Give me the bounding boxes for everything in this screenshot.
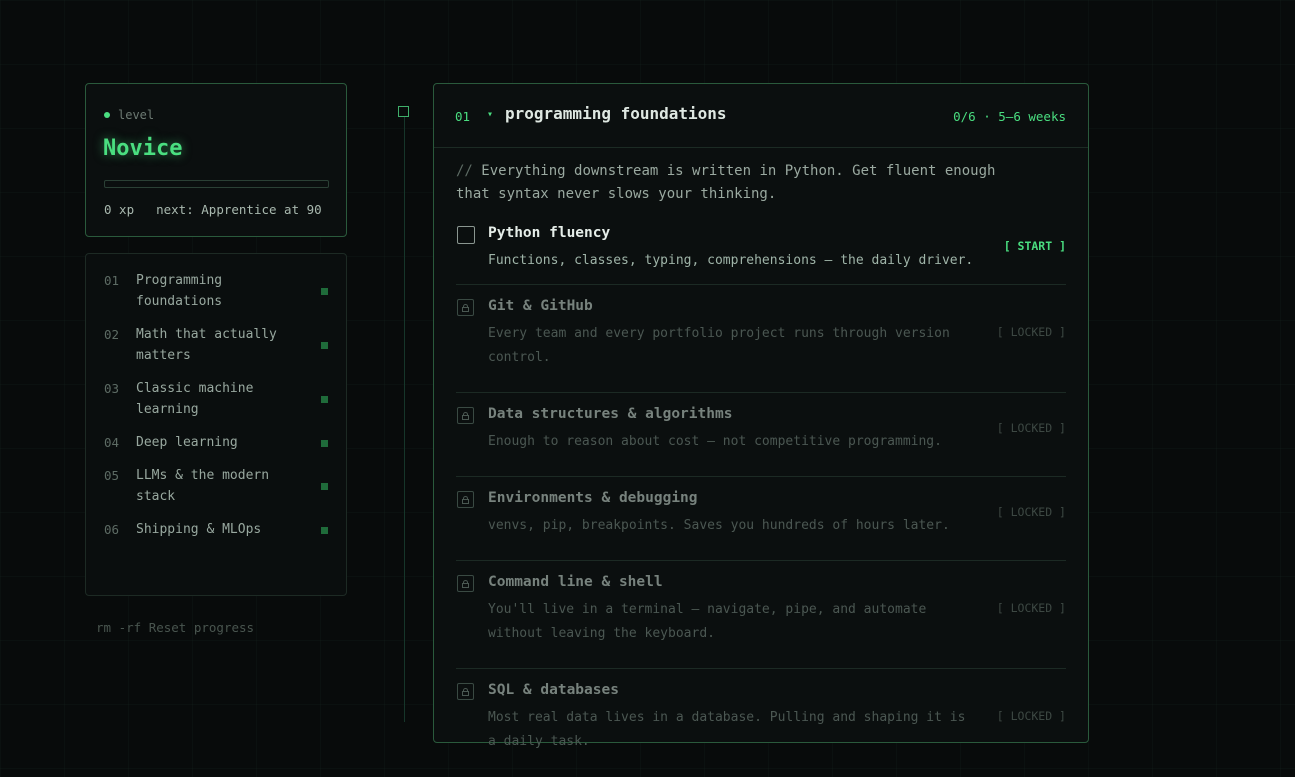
module-item-classic-ml[interactable]: 03 Classic machine learning xyxy=(86,378,346,420)
locked-label: [ LOCKED ] xyxy=(996,601,1066,615)
task-item-data-structures: Data structures & algorithms Enough to r… xyxy=(456,404,1066,477)
module-number: 05 xyxy=(104,468,120,483)
status-square-icon xyxy=(321,483,328,490)
task-list: Python fluency Functions, classes, typin… xyxy=(456,223,1066,777)
level-label-text: level xyxy=(118,108,155,122)
lock-icon xyxy=(457,407,474,424)
module-number: 03 xyxy=(104,381,120,396)
module-item-llms[interactable]: 05 LLMs & the modern stack xyxy=(86,465,346,507)
module-label: Math that actually matters xyxy=(136,327,277,363)
task-title: Command line & shell xyxy=(488,574,663,590)
module-label: Programming foundations xyxy=(136,273,223,309)
task-description: venvs, pip, breakpoints. Saves you hundr… xyxy=(488,518,950,533)
comment-prefix: // xyxy=(456,163,473,179)
module-intro-text: Everything downstream is written in Pyth… xyxy=(456,163,996,202)
reset-prefix: rm -rf xyxy=(96,620,142,635)
locked-label: [ LOCKED ] xyxy=(996,421,1066,435)
module-list: 01 Programming foundations 02 Math that … xyxy=(85,253,347,596)
module-panel-title: programming foundations xyxy=(505,104,727,123)
xp-progress-bar xyxy=(104,180,329,188)
module-number: 01 xyxy=(104,273,120,288)
timeline-node-icon xyxy=(398,106,409,117)
module-panel-number: 01 xyxy=(455,109,471,124)
task-title: Environments & debugging xyxy=(488,490,698,506)
xp-value: 0 xp xyxy=(104,202,135,217)
module-label: Classic machine learning xyxy=(136,381,254,417)
task-title: Python fluency xyxy=(488,225,611,241)
task-description: Most real data lives in a database. Pull… xyxy=(488,710,966,749)
module-number: 06 xyxy=(104,522,120,537)
module-number: 04 xyxy=(104,435,120,450)
timeline-line xyxy=(404,113,405,722)
task-item-python-fluency: Python fluency Functions, classes, typin… xyxy=(456,223,1066,285)
task-item-environments-debugging: Environments & debugging venvs, pip, bre… xyxy=(456,488,1066,561)
task-item-git-github: Git & GitHub Every team and every portfo… xyxy=(456,296,1066,393)
task-item-command-line: Command line & shell You'll live in a te… xyxy=(456,572,1066,669)
level-label: level xyxy=(104,108,154,122)
level-card: level Novice 0 xp next: Apprentice at 90 xyxy=(85,83,347,237)
level-dot-icon xyxy=(104,112,110,118)
locked-label: [ LOCKED ] xyxy=(996,505,1066,519)
task-description: Functions, classes, typing, comprehensio… xyxy=(488,253,974,268)
lock-icon xyxy=(457,575,474,592)
module-panel: 01 ▾ programming foundations 0/6 · 5–6 w… xyxy=(433,83,1089,749)
module-panel-header[interactable]: 01 ▾ programming foundations 0/6 · 5–6 w… xyxy=(434,84,1088,148)
module-item-math[interactable]: 02 Math that actually matters xyxy=(86,324,346,366)
lock-icon xyxy=(457,299,474,316)
reset-label: Reset progress xyxy=(148,620,255,635)
task-title: SQL & databases xyxy=(488,682,619,698)
task-title: Data structures & algorithms xyxy=(488,406,733,422)
module-item-mlops[interactable]: 06 Shipping & MLOps xyxy=(86,519,346,540)
module-intro: // Everything downstream is written in P… xyxy=(456,160,1016,205)
task-description: Every team and every portfolio project r… xyxy=(488,326,950,365)
level-name: Novice xyxy=(103,136,183,161)
task-title: Git & GitHub xyxy=(488,298,593,314)
reset-progress-button[interactable]: rm -rf Reset progress xyxy=(96,620,254,635)
status-square-icon xyxy=(321,288,328,295)
status-square-icon xyxy=(321,396,328,403)
status-square-icon xyxy=(321,526,328,534)
module-number: 02 xyxy=(104,327,120,342)
lock-icon xyxy=(457,491,474,508)
status-square-icon xyxy=(321,439,328,447)
module-panel-meta: 0/6 · 5–6 weeks xyxy=(953,109,1066,124)
task-description: Enough to reason about cost — not compet… xyxy=(488,434,942,449)
start-button[interactable]: [ START ] xyxy=(1004,239,1066,253)
module-label: Deep learning xyxy=(136,435,238,450)
task-description: You'll live in a terminal — navigate, pi… xyxy=(488,602,927,641)
module-item-deep-learning[interactable]: 04 Deep learning xyxy=(86,432,346,453)
locked-label: [ LOCKED ] xyxy=(996,709,1066,723)
xp-row: 0 xp next: Apprentice at 90 xyxy=(104,202,322,217)
status-square-icon xyxy=(321,342,328,349)
task-item-sql-databases: SQL & databases Most real data lives in … xyxy=(456,680,1066,777)
next-level-text: next: Apprentice at 90 xyxy=(156,202,322,217)
module-label: Shipping & MLOps xyxy=(136,522,262,537)
module-label: LLMs & the modern stack xyxy=(136,468,270,504)
lock-icon xyxy=(457,683,474,700)
locked-label: [ LOCKED ] xyxy=(996,325,1066,339)
checkbox-icon[interactable] xyxy=(457,226,475,244)
caret-down-icon[interactable]: ▾ xyxy=(487,109,493,120)
module-item-programming-foundations[interactable]: 01 Programming foundations xyxy=(86,270,346,312)
